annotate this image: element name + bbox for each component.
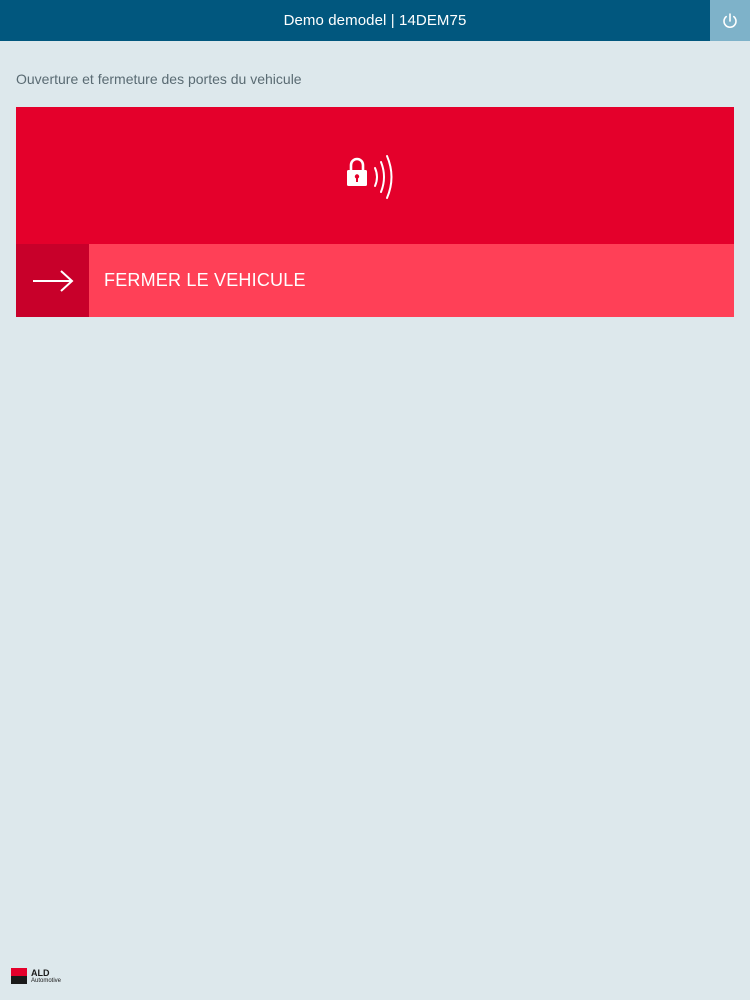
lock-remote-icon <box>347 154 393 199</box>
top-bar: Demo demodel | 14DEM75 <box>0 0 750 41</box>
vehicle-title: Demo demodel | 14DEM75 <box>283 12 467 29</box>
arrow-right-icon <box>32 269 73 292</box>
lock-card: FERMER LE VEHICULE <box>16 107 734 317</box>
action-arrow-box <box>16 244 89 317</box>
logo-sub: Automotive <box>31 977 62 984</box>
lock-status-panel <box>16 107 734 244</box>
power-icon <box>723 12 737 28</box>
close-vehicle-button[interactable]: FERMER LE VEHICULE <box>16 244 734 317</box>
logo-name: ALD <box>31 967 50 978</box>
ald-logo-mark <box>11 968 27 984</box>
ald-logo: ALD Automotive <box>11 968 61 984</box>
close-vehicle-label: FERMER LE VEHICULE <box>104 270 306 290</box>
page-subtitle: Ouverture et fermeture des portes du veh… <box>16 71 302 87</box>
power-button[interactable] <box>710 0 750 41</box>
